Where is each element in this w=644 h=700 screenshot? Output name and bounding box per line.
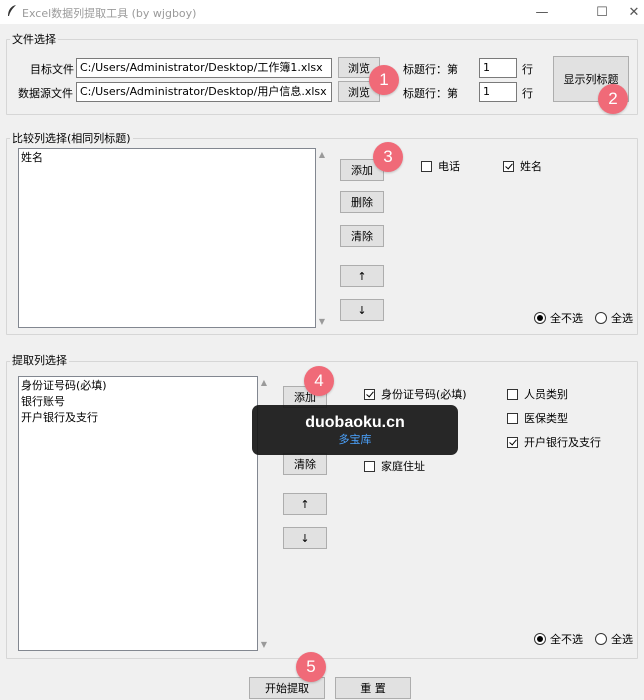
radio-selected-icon[interactable] xyxy=(534,633,546,645)
compare-option-name[interactable]: 姓名 xyxy=(503,158,542,174)
step-badge-3: 3 xyxy=(373,142,403,172)
watermark-domain: duobaoku.cn xyxy=(305,414,405,431)
radio-selected-icon[interactable] xyxy=(534,312,546,324)
compare-scrollbar[interactable]: ▲ ▼ xyxy=(316,148,328,328)
radio-label: 全选 xyxy=(611,633,633,646)
radio-icon[interactable] xyxy=(595,312,607,324)
radio-icon[interactable] xyxy=(595,633,607,645)
reset-button[interactable]: 重 置 xyxy=(335,677,411,699)
extract-option-label: 医保类型 xyxy=(524,412,568,425)
extract-option-label: 身份证号码(必填) xyxy=(381,388,467,401)
scroll-up-icon[interactable]: ▲ xyxy=(316,150,328,159)
extract-select-all-radio[interactable]: 全选 xyxy=(595,631,633,647)
target-header-row-label: 标题行：第 xyxy=(403,63,458,76)
target-file-label: 目标文件 xyxy=(30,63,74,76)
compare-section-title: 比较列选择(相同列标题) xyxy=(10,130,133,146)
extract-section-title: 提取列选择 xyxy=(10,352,69,368)
extract-deselect-all-radio[interactable]: 全不选 xyxy=(534,631,583,647)
extract-option-label: 人员类别 xyxy=(524,388,568,401)
checkbox-checked-icon[interactable] xyxy=(364,388,375,400)
compare-deselect-all-radio[interactable]: 全不选 xyxy=(534,310,583,326)
extract-option-label: 家庭住址 xyxy=(381,460,425,473)
compare-option-label: 电话 xyxy=(438,160,460,173)
radio-label: 全不选 xyxy=(550,633,583,646)
compare-clear-button[interactable]: 清除 xyxy=(340,225,384,247)
watermark: duobaoku.cn 多宝库 xyxy=(252,405,458,455)
compare-move-up-button[interactable]: ↑ xyxy=(340,265,384,287)
source-file-label: 数据源文件 xyxy=(18,87,73,100)
extract-option-bank-branch[interactable]: 开户银行及支行 xyxy=(507,434,601,450)
compare-listbox[interactable]: 姓名 xyxy=(18,148,316,328)
step-badge-2: 2 xyxy=(598,84,628,114)
extract-option-id-number[interactable]: 身份证号码(必填) xyxy=(364,386,467,402)
checkbox-icon[interactable] xyxy=(364,460,375,472)
extract-move-up-button[interactable]: ↑ xyxy=(283,493,327,515)
extract-option-insurance-type[interactable]: 医保类型 xyxy=(507,410,568,426)
checkbox-checked-icon[interactable] xyxy=(503,160,514,172)
extract-option-label: 开户银行及支行 xyxy=(524,436,601,449)
checkbox-icon[interactable] xyxy=(507,388,518,400)
source-header-row-label: 标题行：第 xyxy=(403,87,458,100)
target-row-suffix: 行 xyxy=(522,63,533,76)
target-file-input[interactable]: C:/Users/Administrator/Desktop/工作簿1.xlsx xyxy=(76,58,332,78)
radio-label: 全不选 xyxy=(550,312,583,325)
extract-option-personnel-type[interactable]: 人员类别 xyxy=(507,386,568,402)
extract-option-home-address[interactable]: 家庭住址 xyxy=(364,458,425,474)
source-file-input[interactable]: C:/Users/Administrator/Desktop/用户信息.xlsx xyxy=(76,82,332,102)
compare-delete-button[interactable]: 删除 xyxy=(340,191,384,213)
maximize-button[interactable]: ☐ xyxy=(582,0,622,24)
window-title: Excel数据列提取工具 (by wjgboy) xyxy=(22,7,197,20)
checkbox-checked-icon[interactable] xyxy=(507,436,518,448)
step-badge-5: 5 xyxy=(296,652,326,682)
compare-move-down-button[interactable]: ↓ xyxy=(340,299,384,321)
file-section-title: 文件选择 xyxy=(10,31,58,47)
extract-listbox[interactable]: 身份证号码(必填) 银行账号 开户银行及支行 xyxy=(18,376,258,651)
feather-icon xyxy=(8,5,16,16)
step-badge-1: 1 xyxy=(369,65,399,95)
target-header-row-input[interactable]: 1 xyxy=(479,58,517,78)
extract-move-down-button[interactable]: ↓ xyxy=(283,527,327,549)
watermark-brand: 多宝库 xyxy=(338,433,372,446)
scroll-down-icon[interactable]: ▼ xyxy=(258,640,270,649)
compare-select-all-radio[interactable]: 全选 xyxy=(595,310,633,326)
compare-option-phone[interactable]: 电话 xyxy=(421,158,460,174)
compare-option-label: 姓名 xyxy=(520,160,542,173)
list-item[interactable]: 开户银行及支行 xyxy=(21,410,255,426)
scroll-down-icon[interactable]: ▼ xyxy=(316,317,328,326)
minimize-button[interactable]: — xyxy=(522,0,562,24)
scroll-up-icon[interactable]: ▲ xyxy=(258,378,270,387)
source-header-row-input[interactable]: 1 xyxy=(479,82,517,102)
extract-clear-button[interactable]: 清除 xyxy=(283,453,327,475)
step-badge-4: 4 xyxy=(304,366,334,396)
source-row-suffix: 行 xyxy=(522,87,533,100)
radio-label: 全选 xyxy=(611,312,633,325)
list-item[interactable]: 银行账号 xyxy=(21,394,255,410)
list-item[interactable]: 身份证号码(必填) xyxy=(21,378,255,394)
checkbox-icon[interactable] xyxy=(421,160,432,172)
title-bar: Excel数据列提取工具 (by wjgboy) — ☐ ✕ xyxy=(0,0,644,24)
list-item[interactable]: 姓名 xyxy=(21,150,313,166)
close-button[interactable]: ✕ xyxy=(624,0,644,24)
checkbox-icon[interactable] xyxy=(507,412,518,424)
